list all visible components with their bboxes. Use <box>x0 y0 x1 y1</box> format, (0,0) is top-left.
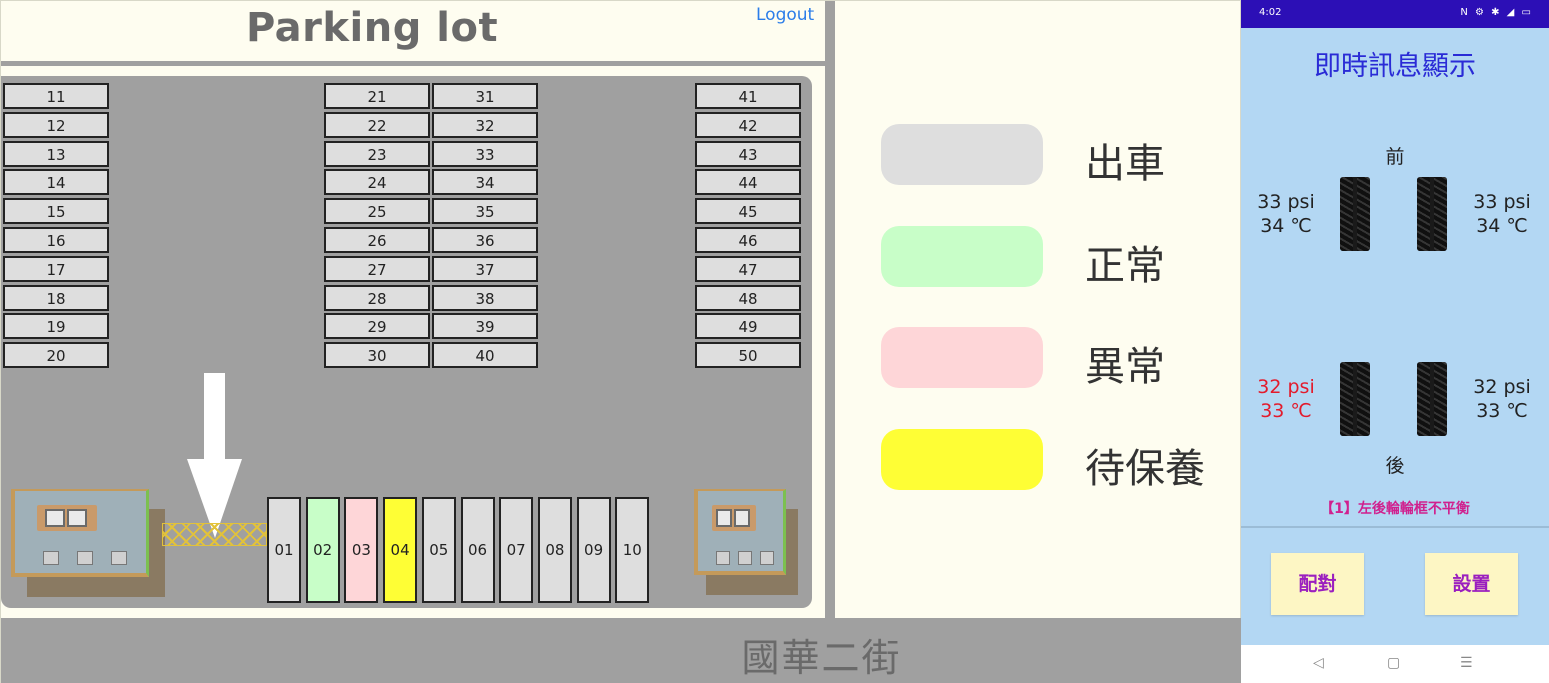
parking-slot[interactable]: 04 <box>383 497 418 603</box>
status-time: 4:02 <box>1259 7 1282 18</box>
parking-slot[interactable]: 27 <box>324 255 430 282</box>
back-icon[interactable]: ◁ <box>1313 655 1324 671</box>
parking-slot[interactable]: 16 <box>3 227 109 253</box>
parking-slot[interactable]: 39 <box>432 313 538 340</box>
tire-reading-front-left: 33 psi 34 ℃ <box>1241 190 1331 238</box>
parking-slot[interactable]: 34 <box>432 169 538 196</box>
parking-slot[interactable]: 40 <box>432 342 538 369</box>
parking-web-app: Parking lot Logout 11 12 13 14 15 16 17 18 19 20 … <box>0 0 1242 683</box>
parking-slot[interactable]: 20 <box>3 342 109 369</box>
parking-slot[interactable]: 11 <box>3 83 109 109</box>
header: Parking lot Logout <box>1 1 825 61</box>
home-icon[interactable]: ▢ <box>1387 655 1400 671</box>
parking-slot[interactable]: 28 <box>324 284 430 311</box>
legend-label-abnormal: 異常 <box>1085 344 1165 390</box>
parking-slot[interactable]: 14 <box>3 169 109 196</box>
panel-divider <box>825 1 835 618</box>
parking-slot[interactable]: 37 <box>432 255 538 282</box>
parking-slot[interactable]: 18 <box>3 284 109 311</box>
parking-slot[interactable]: 38 <box>432 284 538 311</box>
parking-slot[interactable]: 09 <box>576 497 611 603</box>
parking-slot[interactable]: 06 <box>460 497 495 603</box>
parking-slot[interactable]: 17 <box>3 255 109 282</box>
app-title: 即時訊息顯示 <box>1314 51 1476 82</box>
parking-slot[interactable]: 08 <box>537 497 572 603</box>
parking-slot[interactable]: 03 <box>344 497 379 603</box>
legend-label-maintenance: 待保養 <box>1085 446 1205 492</box>
parking-slot[interactable]: 44 <box>695 169 801 196</box>
legend-label-normal: 正常 <box>1085 243 1165 289</box>
parking-slot[interactable]: 43 <box>695 140 801 167</box>
tire-reading-rear-left: 32 psi 33 ℃ <box>1241 375 1331 423</box>
tire-icon <box>1417 177 1447 251</box>
parking-slot[interactable]: 13 <box>3 140 109 167</box>
parking-slot[interactable]: 24 <box>324 169 430 196</box>
pressure-value: 32 psi <box>1257 376 1315 398</box>
parking-slot[interactable]: 21 <box>324 83 430 109</box>
down-arrow-icon <box>187 373 242 538</box>
parking-slot[interactable]: 19 <box>3 313 109 340</box>
temperature-value: 34 ℃ <box>1476 215 1528 237</box>
alert-message: 【1】左後輪輪框不平衡 <box>1320 501 1470 517</box>
legend-swatch-abnormal <box>881 327 1043 388</box>
tire-reading-front-right: 33 psi 34 ℃ <box>1457 190 1547 238</box>
parking-slot[interactable]: 02 <box>305 497 340 603</box>
rear-label: 後 <box>1385 455 1405 477</box>
parking-slot[interactable]: 30 <box>324 342 430 369</box>
status-icons: N ⚙ ✱ ◢ ▭ <box>1460 7 1533 18</box>
parking-slot[interactable]: 23 <box>324 140 430 167</box>
pressure-value: 33 psi <box>1257 191 1315 213</box>
parking-slot[interactable]: 45 <box>695 198 801 225</box>
logout-link[interactable]: Logout <box>756 5 814 25</box>
parking-slot[interactable]: 32 <box>432 111 538 138</box>
parking-slot[interactable]: 31 <box>432 83 538 109</box>
parking-slot[interactable]: 26 <box>324 227 430 253</box>
parking-slot[interactable]: 41 <box>695 83 801 109</box>
status-bar: 4:02 N ⚙ ✱ ◢ ▭ <box>1241 0 1549 28</box>
legend-swatch-exit <box>881 124 1043 185</box>
menu-icon[interactable]: ☰ <box>1460 655 1473 671</box>
legend-swatch-normal <box>881 226 1043 287</box>
page-title: Parking lot <box>245 5 499 51</box>
parking-slot[interactable]: 36 <box>432 227 538 253</box>
tire-icon <box>1340 177 1370 251</box>
temperature-value: 33 ℃ <box>1476 400 1528 422</box>
parking-slot[interactable]: 12 <box>3 111 109 138</box>
legend-label-exit: 出車 <box>1085 141 1165 187</box>
pressure-value: 33 psi <box>1473 191 1531 213</box>
pair-button[interactable]: 配對 <box>1271 553 1364 615</box>
divider <box>1241 526 1549 528</box>
header-divider <box>1 61 825 66</box>
temperature-value: 33 ℃ <box>1260 400 1312 422</box>
tire-icon <box>1340 362 1370 436</box>
parking-slot[interactable]: 35 <box>432 198 538 225</box>
parking-slot[interactable]: 25 <box>324 198 430 225</box>
tire-icon <box>1417 362 1447 436</box>
legend-swatch-maintenance <box>881 429 1043 490</box>
tpms-phone-app: 4:02 N ⚙ ✱ ◢ ▭ 即時訊息顯示 前 後 33 psi 34 ℃ 33… <box>1241 0 1549 683</box>
parking-slot[interactable]: 07 <box>499 497 534 603</box>
parking-slot[interactable]: 15 <box>3 198 109 225</box>
parking-slot[interactable]: 22 <box>324 111 430 138</box>
gate-icon <box>162 523 267 546</box>
parking-slot[interactable]: 42 <box>695 111 801 138</box>
temperature-value: 34 ℃ <box>1260 215 1312 237</box>
parking-slot[interactable]: 29 <box>324 313 430 340</box>
parking-slot[interactable]: 10 <box>615 497 650 603</box>
parking-slot[interactable]: 47 <box>695 255 801 282</box>
pressure-value: 32 psi <box>1473 376 1531 398</box>
settings-button[interactable]: 設置 <box>1425 553 1518 615</box>
street: 國華二街 <box>1 618 1242 683</box>
android-nav-bar: ◁ ▢ ☰ <box>1241 645 1549 683</box>
parking-slot[interactable]: 48 <box>695 284 801 311</box>
parking-slot[interactable]: 05 <box>421 497 456 603</box>
parking-lot-map: 11 12 13 14 15 16 17 18 19 20 21 22 23 24 25 26 27 28 29 3… <box>1 76 812 608</box>
parking-slot[interactable]: 49 <box>695 313 801 340</box>
parking-slot[interactable]: 46 <box>695 227 801 253</box>
parking-slot[interactable]: 50 <box>695 342 801 369</box>
tire-reading-rear-right: 32 psi 33 ℃ <box>1457 375 1547 423</box>
parking-slot[interactable]: 01 <box>267 497 301 603</box>
front-label: 前 <box>1385 146 1405 168</box>
parking-slot[interactable]: 33 <box>432 140 538 167</box>
